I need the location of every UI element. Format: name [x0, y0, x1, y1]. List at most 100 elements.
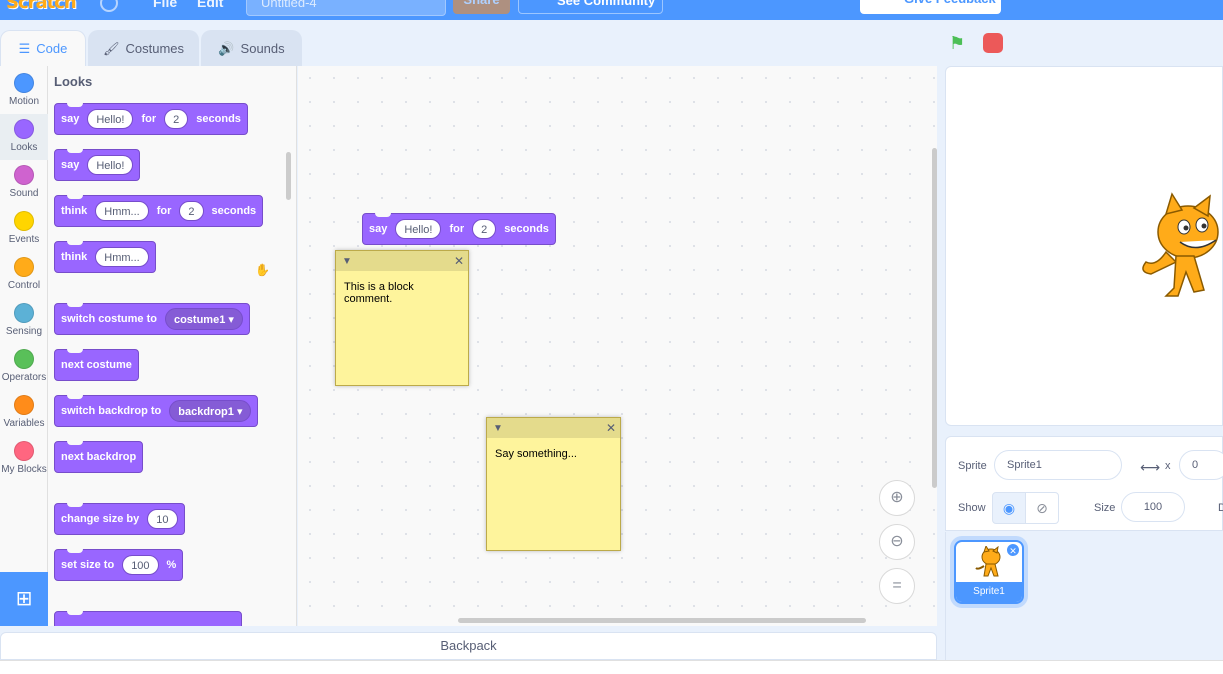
close-icon[interactable]: ✕: [606, 421, 616, 435]
block-text: switch costume to: [61, 313, 157, 325]
message-input[interactable]: Hmm...: [95, 201, 149, 221]
comment-header[interactable]: ▼ ✕: [336, 251, 468, 271]
collapse-triangle-icon[interactable]: ▼: [342, 256, 352, 267]
green-flag-icon[interactable]: ⚑: [949, 33, 965, 54]
category-label: My Blocks: [1, 464, 47, 475]
block-comment[interactable]: ▼ ✕ This is a block comment.: [335, 250, 469, 386]
block-think[interactable]: think Hmm...: [54, 241, 156, 273]
workspace-comment[interactable]: ▼ ✕ Say something...: [486, 417, 621, 551]
category-looks[interactable]: Looks: [0, 114, 48, 160]
file-menu[interactable]: File: [153, 0, 177, 10]
category-variables[interactable]: Variables: [0, 390, 48, 436]
speaker-icon: 🔊: [218, 40, 235, 56]
sprite-tile-name: Sprite1: [956, 582, 1022, 602]
show-sprite-button[interactable]: ◉: [992, 492, 1026, 524]
eye-icon: ◉: [1002, 499, 1016, 516]
message-input[interactable]: Hmm...: [95, 247, 149, 267]
collapse-triangle-icon[interactable]: ▼: [493, 423, 503, 434]
x-input[interactable]: 0: [1179, 450, 1223, 480]
category-label: Operators: [1, 372, 47, 383]
zoom-reset-button[interactable]: =: [879, 568, 915, 604]
equals-icon: =: [892, 577, 902, 594]
category-control[interactable]: Control: [0, 252, 48, 298]
add-extension-button[interactable]: ⊞: [0, 572, 48, 626]
block-text: for: [156, 205, 172, 217]
comment-header[interactable]: ▼ ✕: [487, 418, 620, 438]
block-say[interactable]: say Hello!: [54, 149, 141, 181]
sound-dot-icon: [14, 165, 34, 185]
block-change-size[interactable]: change size by 10: [54, 503, 185, 535]
horizontal-scrollbar[interactable]: [458, 618, 866, 623]
hide-sprite-button[interactable]: ⊘: [1025, 492, 1059, 524]
scratch-logo[interactable]: Scratch: [6, 0, 77, 13]
backpack[interactable]: Backpack: [0, 632, 937, 660]
stop-icon[interactable]: [983, 33, 1003, 53]
x-label: x: [1165, 460, 1171, 472]
tab-costumes-label: Costumes: [125, 41, 185, 56]
caret-down-icon: ▾: [236, 406, 243, 418]
category-label: Motion: [8, 96, 39, 107]
seconds-input[interactable]: 2: [164, 109, 189, 129]
project-title-input[interactable]: Untitled-4: [246, 0, 446, 16]
zoom-out-button[interactable]: ⊖: [879, 524, 915, 560]
comment-text[interactable]: Say something...: [487, 438, 620, 470]
palette-scrollbar[interactable]: [286, 152, 291, 200]
language-globe-icon[interactable]: [100, 0, 118, 12]
close-icon[interactable]: ✕: [454, 254, 464, 268]
scripts-area[interactable]: say Hello! for 2 seconds ▼ ✕ This is a b…: [298, 66, 937, 626]
tab-costumes[interactable]: 🖌 Costumes: [88, 30, 199, 66]
block-next-costume[interactable]: next costume: [54, 349, 139, 381]
bottom-strip: [0, 660, 1223, 674]
zoom-out-icon: ⊖: [890, 533, 904, 550]
block-set-size[interactable]: set size to 100 %: [54, 549, 184, 581]
control-dot-icon: [14, 257, 34, 277]
block-switch-costume[interactable]: switch costume to costume1 ▾: [54, 303, 250, 335]
tab-sounds[interactable]: 🔊 Sounds: [201, 30, 302, 66]
grab-cursor-icon: ✋: [255, 263, 270, 277]
seconds-input[interactable]: 2: [179, 201, 204, 221]
sensing-dot-icon: [14, 303, 34, 323]
category-sound[interactable]: Sound: [0, 160, 48, 206]
category-events[interactable]: Events: [0, 206, 48, 252]
dropdown-value: costume1: [173, 314, 226, 326]
edit-menu[interactable]: Edit: [197, 0, 223, 10]
workspace-block-say-for-secs[interactable]: say Hello! for 2 seconds: [362, 213, 556, 245]
category-label: Variables: [3, 418, 45, 429]
backdrop-dropdown[interactable]: backdrop1 ▾: [169, 400, 252, 422]
delete-sprite-icon[interactable]: ✕: [1006, 543, 1020, 557]
category-label: Events: [8, 234, 40, 245]
message-input[interactable]: Hello!: [87, 155, 134, 175]
size-input[interactable]: 100: [1121, 492, 1185, 522]
see-community-button[interactable]: See Community: [518, 0, 663, 14]
tab-code[interactable]: ☰ Code: [0, 30, 86, 66]
size-change-input[interactable]: 10: [147, 509, 178, 529]
category-sensing[interactable]: Sensing: [0, 298, 48, 344]
vertical-scrollbar[interactable]: [932, 148, 937, 488]
block-partial[interactable]: [54, 611, 242, 626]
block-think-for-secs[interactable]: think Hmm... for 2 seconds: [54, 195, 264, 227]
costume-dropdown[interactable]: costume1 ▾: [164, 308, 243, 330]
seconds-input[interactable]: 2: [472, 219, 497, 239]
category-my-blocks[interactable]: My Blocks: [0, 436, 48, 482]
share-button[interactable]: Share: [453, 0, 510, 14]
category-operators[interactable]: Operators: [0, 344, 48, 390]
tab-code-label: Code: [36, 41, 68, 56]
zoom-in-button[interactable]: ⊕: [879, 480, 915, 516]
block-next-backdrop[interactable]: next backdrop: [54, 441, 144, 473]
give-feedback-button[interactable]: Give Feedback: [860, 0, 1001, 14]
message-input[interactable]: Hello!: [87, 109, 134, 129]
category-label: Sound: [9, 188, 39, 199]
looks-dot-icon: [14, 119, 34, 139]
block-switch-backdrop[interactable]: switch backdrop to backdrop1 ▾: [54, 395, 259, 427]
category-motion[interactable]: Motion: [0, 68, 48, 114]
comment-text[interactable]: This is a block comment.: [336, 271, 468, 315]
menu-bar: Scratch File Edit Untitled-4 Share See C…: [0, 0, 1223, 20]
block-say-for-secs[interactable]: say Hello! for 2 seconds: [54, 103, 248, 135]
stage[interactable]: [945, 66, 1223, 426]
operators-dot-icon: [14, 349, 34, 369]
block-text: next backdrop: [61, 451, 137, 463]
message-input[interactable]: Hello!: [395, 219, 442, 239]
size-input[interactable]: 100: [122, 555, 159, 575]
sprite-name-input[interactable]: Sprite1: [994, 450, 1122, 480]
events-dot-icon: [14, 211, 34, 231]
